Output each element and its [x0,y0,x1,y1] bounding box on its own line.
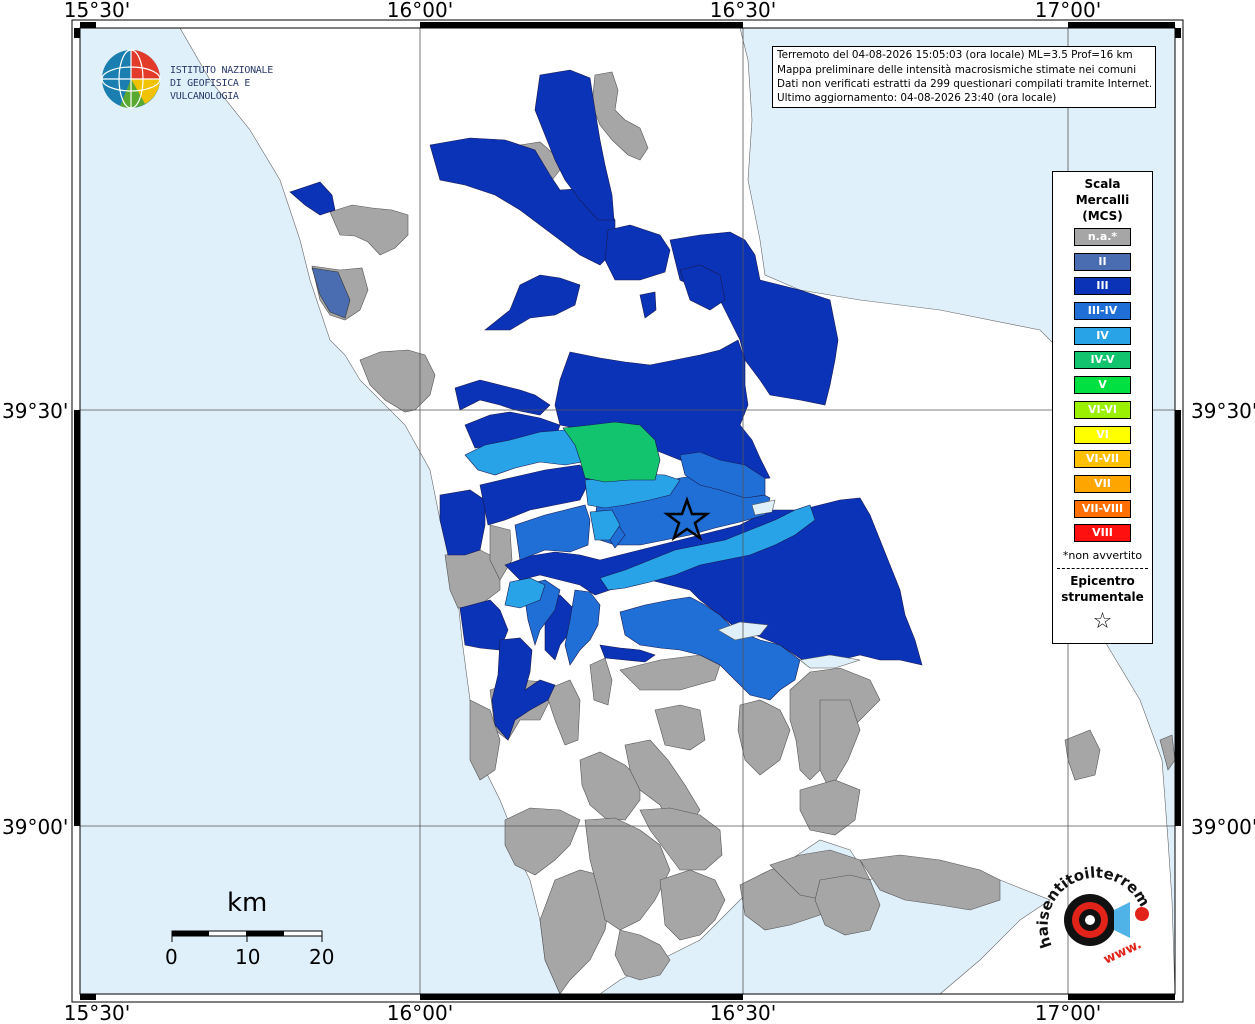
legend-item: IV-V [1074,351,1131,370]
info-line-1: Terremoto del 04-08-2026 15:05:03 (ora l… [777,49,1133,61]
scale-label-0: 0 [165,945,178,969]
legend-item: VIII [1074,524,1131,543]
left-coord-2: 39°00' [2,815,68,839]
haisentito-www: www. [1101,937,1144,968]
legend-item: III-IV [1074,302,1131,321]
legend-title-line3: (MCS) [1082,209,1123,223]
legend-title: Scala Mercalli (MCS) [1053,176,1152,224]
legend-epicenter-label: Epicentro strumentale [1053,573,1152,605]
bottom-coord-1: 15°30' [64,1001,130,1024]
scale-label-20: 20 [309,945,335,969]
legend-item: VI [1074,425,1131,444]
scale-label-10: 10 [235,945,261,969]
top-coord-3: 16°30' [710,0,776,22]
left-coord-1: 39°30' [2,399,68,423]
bottom-coord-4: 17°00' [1035,1001,1101,1024]
legend-item: V [1074,376,1131,395]
mcs-legend: Scala Mercalli (MCS) n.a.* II III III-IV IV I… [1052,171,1153,644]
legend-note: *non avvertito [1062,548,1143,562]
legend-title-line1: Scala [1084,177,1121,191]
top-coord-2: 16°00' [387,0,453,22]
legend-item: III [1074,277,1131,296]
info-line-2: Mappa preliminare delle intensità macros… [777,64,1137,76]
ingv-logo-line1: ISTITUTO NAZIONALE [170,65,273,76]
bottom-coord-3: 16°30' [710,1001,776,1024]
legend-separator [1057,567,1148,569]
info-line-4: Ultimo aggiornamento: 04-08-2026 23:40 (… [777,92,1057,104]
megaphone-icon [1114,902,1130,938]
legend-item: VI-VII [1074,450,1131,469]
legend-item: VII-VIII [1074,499,1131,518]
legend-item: VII [1074,474,1131,493]
legend-epi-line2: strumentale [1061,589,1144,604]
legend-item: IV [1074,326,1131,345]
legend-epi-line1: Epicentro [1070,573,1135,588]
legend-item: VI-VI [1074,400,1131,419]
legend-item: II [1074,252,1131,271]
right-coord-2: 39°00' [1191,815,1255,839]
earthquake-info-box: Terremoto del 04-08-2026 15:05:03 (ora l… [772,46,1156,108]
scale-unit: km [227,888,268,918]
haisentito-logo: haisentitoilterremoto.it www. [1030,866,1153,968]
info-line-3: Dati non verificati estratti da 299 ques… [777,78,1151,90]
ingv-globe-icon [101,49,161,109]
bottom-coord-2: 16°00' [387,1001,453,1024]
ingv-logo-line2: DI GEOFISICA E VULCANOLOGIA [170,78,251,102]
star-icon: ☆ [1092,608,1113,634]
top-coord-1: 15°30' [64,0,130,22]
legend-title-line2: Mercalli [1075,193,1130,207]
right-coord-1: 39°30' [1191,399,1255,423]
top-coord-4: 17°00' [1035,0,1101,22]
legend-items: n.a.* II III III-IV IV IV-V V VI-VI VI VI-VII VII V… [1053,228,1152,543]
ingv-logo: ISTITUTO NAZIONALE DI GEOFISICA E VULCAN… [100,48,320,110]
legend-item: n.a.* [1074,228,1131,246]
